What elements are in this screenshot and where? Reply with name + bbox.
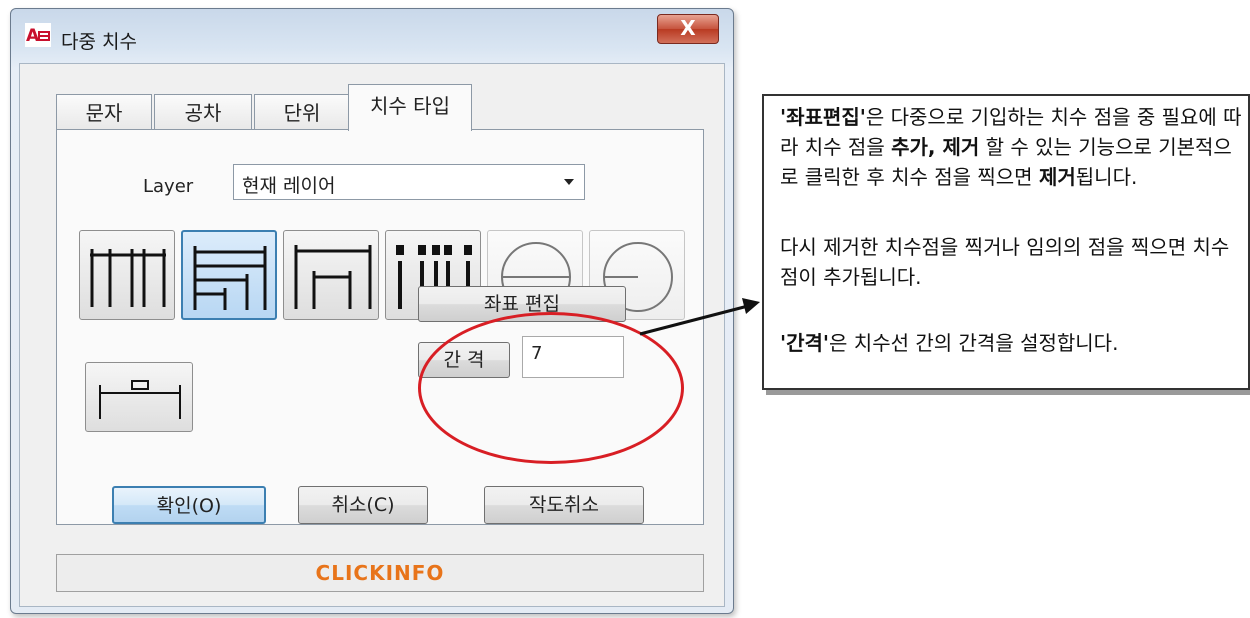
ok-button[interactable]: 확인(O) (112, 486, 266, 524)
baseline-multi-dim-icon (90, 249, 166, 307)
single-linear-dim-icon (99, 380, 181, 419)
tab-tolerance[interactable]: 공차 (154, 94, 252, 130)
callout-paragraph-add-point: 다시 제거한 치수점을 찍거나 임의의 점을 찍으면 치수 점이 추가됩니다. (780, 235, 1230, 289)
autocad-app-icon: A (25, 23, 51, 47)
callout-paragraph-spacing: '간격'은 치수선 간의 간격을 설정합니다. (780, 331, 1119, 355)
dim-type-baseline-button[interactable] (79, 230, 175, 320)
callout-paragraph-coord-edit: '좌표편집'은 다중으로 기입하는 치수 점을 중 필요에 따라 치수 점을 추… (780, 105, 1242, 189)
dim-type-single-button[interactable] (85, 362, 193, 432)
spacing-button[interactable]: 간 격 (418, 342, 510, 378)
layer-select[interactable]: 현재 레이어 (233, 164, 585, 200)
chain-dim-icon (294, 245, 372, 309)
cancel-drawing-button[interactable]: 작도취소 (484, 486, 644, 524)
cancel-button[interactable]: 취소(C) (298, 486, 428, 524)
title-bar[interactable]: A 다중 치수 X (11, 9, 733, 63)
layer-label: Layer (143, 176, 194, 197)
dialog-client-area: 문자 공차 단위 치수 타입 Layer 현재 레이어 좌표 편집 간 격 7 … (19, 63, 725, 607)
layer-selected-value: 현재 레이어 (242, 175, 336, 197)
svg-text:A: A (26, 26, 40, 46)
dimension-type-panel: Layer 현재 레이어 (56, 129, 704, 525)
tab-dimension-type[interactable]: 치수 타입 (348, 84, 472, 131)
dim-type-chain-button[interactable] (283, 230, 379, 320)
window-title: 다중 치수 (61, 31, 137, 53)
coord-edit-button[interactable]: 좌표 편집 (418, 286, 626, 322)
chevron-down-icon[interactable] (564, 179, 574, 185)
close-button[interactable]: X (657, 14, 719, 44)
stacked-parallel-dim-icon (193, 246, 267, 310)
spacing-input[interactable]: 7 (522, 336, 624, 378)
explanation-callout: '좌표편집'은 다중으로 기입하는 치수 점을 중 필요에 따라 치수 점을 추… (762, 94, 1250, 390)
tab-units[interactable]: 단위 (254, 94, 350, 130)
clickinfo-logo: CLICKINFO (315, 561, 445, 585)
dim-type-stacked-button[interactable] (181, 230, 277, 320)
callout-term-coord-edit: '좌표편집' (780, 105, 866, 129)
tab-text[interactable]: 문자 (56, 94, 152, 130)
footer-bar: CLICKINFO (56, 554, 704, 592)
multi-dimension-dialog: A 다중 치수 X 문자 공차 단위 치수 타입 Layer 현재 레이어 좌표… (10, 8, 734, 614)
callout-term-spacing: '간격' (780, 331, 830, 355)
